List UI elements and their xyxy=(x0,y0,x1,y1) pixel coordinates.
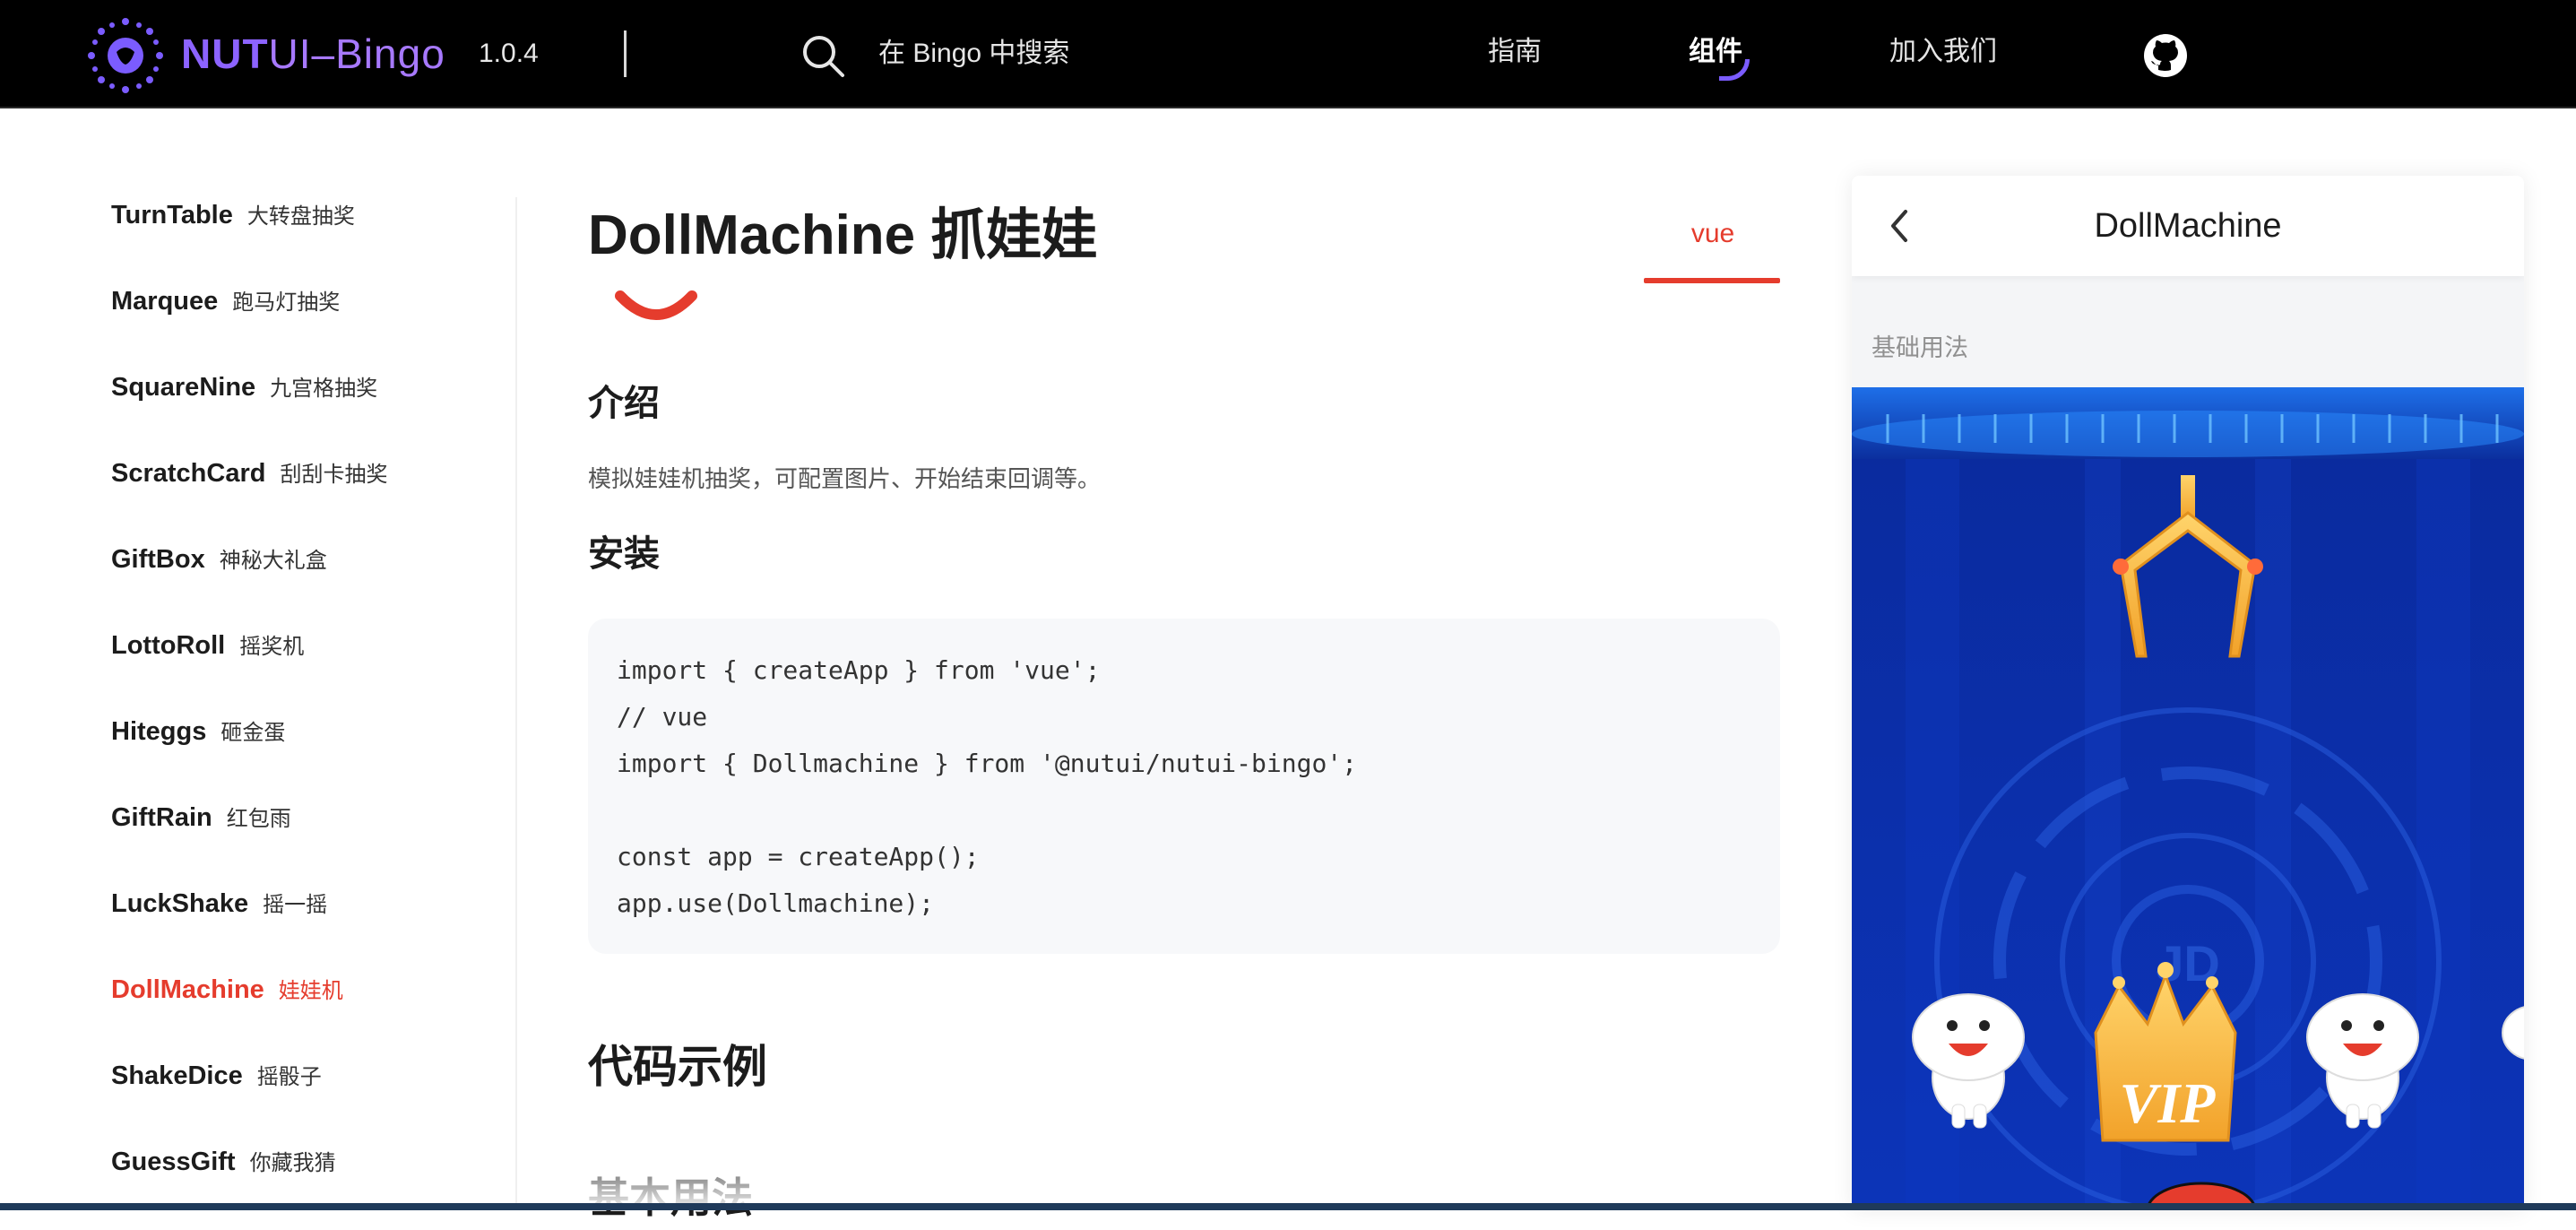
sidebar-item-sublabel: 刮刮卡抽奖 xyxy=(280,463,388,487)
sidebar-item-label: DollMachine xyxy=(111,975,264,1004)
sidebar-item-turntable[interactable]: TurnTable 大转盘抽奖 xyxy=(111,193,355,238)
top-header: NUTUI–Bingo 1.0.4 在 Bingo 中搜索 指南 组件 加入我们 xyxy=(0,0,2576,108)
sidebar-item-sublabel: 九宫格抽奖 xyxy=(270,377,378,401)
brand-part-ui: UI xyxy=(268,30,312,77)
smile-decoration-icon xyxy=(615,290,697,320)
sidebar-item-giftbox[interactable]: GiftBox 神秘大礼盒 xyxy=(111,537,327,582)
nav-join-us[interactable]: 加入我们 xyxy=(1889,32,1997,72)
page-title: DollMachine 抓娃娃 xyxy=(588,204,1098,266)
scroll-fade xyxy=(538,1139,1811,1210)
mobile-navbar: DollMachine xyxy=(1852,176,2524,276)
sidebar-item-label: ScratchCard xyxy=(111,459,266,488)
search-input[interactable]: 在 Bingo 中搜索 xyxy=(878,36,1069,72)
sidebar-item-sublabel: 娃娃机 xyxy=(278,979,343,1003)
sidebar-item-label: GuessGift xyxy=(111,1148,236,1176)
tab-active-underline xyxy=(1644,278,1780,283)
sidebar-item-sublabel: 跑马灯抽奖 xyxy=(232,290,341,315)
sidebar-item-guessgift[interactable]: GuessGift 你藏我猜 xyxy=(111,1139,336,1184)
sidebar-item-sublabel: 你藏我猜 xyxy=(249,1151,336,1175)
sidebar-item-squarenine[interactable]: SquareNine 九宫格抽奖 xyxy=(111,365,377,410)
code-block: import { createApp } from 'vue'; // vue … xyxy=(588,619,1780,954)
brand-part-bingo: –Bingo xyxy=(311,30,445,77)
header-divider xyxy=(624,30,627,77)
sidebar-item-label: SquareNine xyxy=(111,373,256,402)
mobile-section-title: 基础用法 xyxy=(1871,334,1968,361)
sidebar-item-hiteggs[interactable]: Hiteggs 砸金蛋 xyxy=(111,709,285,754)
component-sidebar: TurnTable 大转盘抽奖 Marquee 跑马灯抽奖 SquareNine 九宫… xyxy=(0,108,516,1210)
install-heading: 安装 xyxy=(588,534,660,574)
sidebar-item-giftrain[interactable]: GiftRain 红包雨 xyxy=(111,795,291,840)
sidebar-item-label: GiftBox xyxy=(111,545,205,574)
sidebar-item-sublabel: 大转盘抽奖 xyxy=(246,204,355,229)
sidebar-item-lottoroll[interactable]: LottoRoll 摇奖机 xyxy=(111,623,304,668)
tab-vue[interactable]: vue xyxy=(1646,212,1780,256)
sidebar-item-sublabel: 摇奖机 xyxy=(239,635,305,659)
sidebar-item-label: LottoRoll xyxy=(111,631,226,660)
intro-heading: 介绍 xyxy=(588,384,660,423)
code-line: import { Dollmachine } from '@nutui/nutu… xyxy=(617,749,1358,778)
sidebar-item-marquee[interactable]: Marquee 跑马灯抽奖 xyxy=(111,279,340,324)
sidebar-item-label: GiftRain xyxy=(111,803,212,832)
mobile-title: DollMachine xyxy=(2094,207,2282,245)
github-icon[interactable] xyxy=(2142,32,2189,79)
sidebar-item-shakedice[interactable]: ShakeDice 摇骰子 xyxy=(111,1053,322,1098)
sidebar-item-label: Marquee xyxy=(111,287,219,316)
sidebar-item-label: LuckShake xyxy=(111,889,249,918)
window-bottom-edge xyxy=(0,1203,2576,1210)
code-line: const app = createApp(); xyxy=(617,842,980,871)
mobile-preview: DollMachine 基础用法 JD VIP xyxy=(1852,176,2524,1210)
code-line: import { createApp } from 'vue'; xyxy=(617,655,1101,685)
sidebar-item-sublabel: 砸金蛋 xyxy=(220,721,286,745)
doll-machine-illustration[interactable]: JD VIP xyxy=(1852,387,2524,1210)
example-heading: 代码示例 xyxy=(588,1042,767,1092)
vip-crown-icon: VIP xyxy=(2094,962,2237,1142)
brand-part-nut: NUT xyxy=(181,30,269,77)
search-icon[interactable] xyxy=(800,32,846,79)
chevron-left-icon[interactable] xyxy=(1886,206,1913,246)
sidebar-item-label: TurnTable xyxy=(111,201,233,230)
sidebar-item-luckshake[interactable]: LuckShake 摇一摇 xyxy=(111,881,327,926)
sidebar-item-label: Hiteggs xyxy=(111,717,207,746)
sidebar-item-dollmachine[interactable]: DollMachine 娃娃机 xyxy=(111,967,343,1012)
intro-text: 模拟娃娃机抽奖，可配置图片、开始结束回调等。 xyxy=(588,465,1102,492)
vip-text: VIP xyxy=(2120,1071,2217,1135)
code-line: // vue xyxy=(617,702,708,732)
nav-guide[interactable]: 指南 xyxy=(1488,32,1542,72)
brand-name[interactable]: NUTUI–Bingo xyxy=(181,27,445,81)
nutui-logo-icon[interactable] xyxy=(84,14,167,97)
sidebar-item-label: ShakeDice xyxy=(111,1061,243,1090)
version-label: 1.0.4 xyxy=(479,39,539,68)
sidebar-item-sublabel: 红包雨 xyxy=(226,807,291,831)
sidebar-item-scratchcard[interactable]: ScratchCard 刮刮卡抽奖 xyxy=(111,451,387,496)
sidebar-item-sublabel: 摇骰子 xyxy=(256,1065,322,1089)
sidebar-divider xyxy=(515,197,517,1210)
code-line: app.use(Dollmachine); xyxy=(617,888,935,918)
sidebar-item-sublabel: 神秘大礼盒 xyxy=(219,549,327,573)
nav-active-indicator xyxy=(1719,59,1750,81)
sidebar-item-sublabel: 摇一摇 xyxy=(263,893,328,917)
